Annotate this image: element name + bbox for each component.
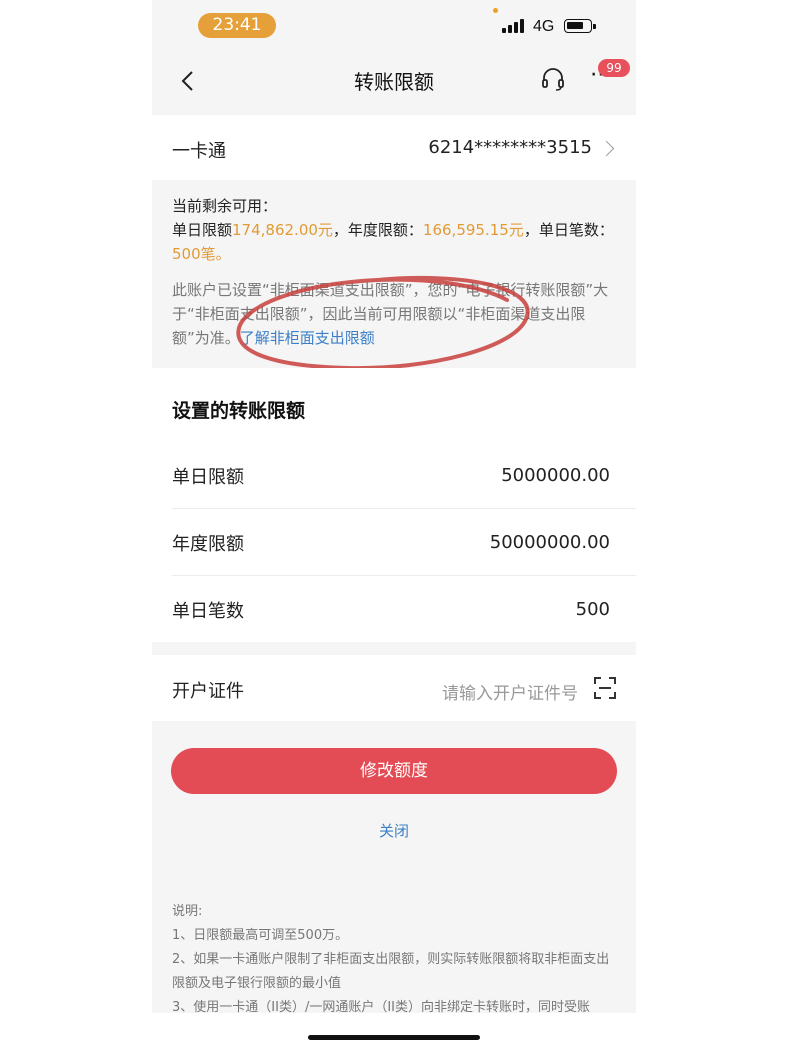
red-circle-annotation (236, 276, 530, 371)
id-document-row: 开户证件 请输入开户证件号 (152, 655, 636, 721)
count-remaining: 500笔。 (172, 245, 231, 263)
id-number-input[interactable]: 请输入开户证件号 (442, 679, 578, 704)
divider (172, 575, 636, 576)
modify-limit-button[interactable]: 修改额度 (171, 748, 617, 794)
phone-screen: 23:41 4G 转账限额 ⋯ 99 一卡通 6214********3515 (152, 0, 636, 1013)
card-select-row[interactable]: 一卡通 6214********3515 (152, 115, 636, 180)
message-badge: 99 (598, 59, 630, 77)
battery-icon (564, 19, 596, 33)
chevron-right-icon (598, 140, 615, 157)
daily-remaining: 174,862.00元 (232, 221, 333, 239)
close-link[interactable]: 关闭 (152, 820, 636, 841)
limit-label: 单日限额 (172, 467, 244, 488)
home-indicator (308, 1035, 480, 1040)
scan-icon[interactable] (594, 677, 616, 699)
recording-dot (493, 8, 498, 13)
limit-label: 单日笔数 (172, 601, 244, 622)
card-type-label: 一卡通 (172, 141, 226, 162)
card-number: 6214********3515 (428, 137, 592, 158)
nav-bar: 转账限额 ⋯ 99 (152, 50, 636, 112)
notes-section: 说明: 1、日限额最高可调至500万。 2、如果一卡通账户限制了非柜面支出限额，… (172, 900, 622, 1013)
limit-label: 年度限额 (172, 534, 244, 555)
id-label: 开户证件 (172, 681, 244, 702)
headset-icon[interactable] (540, 66, 566, 92)
configured-limits-card: 设置的转账限额 单日限额 5000000.00 年度限额 50000000.00… (152, 368, 636, 642)
status-time: 23:41 (198, 13, 276, 38)
note-line: 2、如果一卡通账户限制了非柜面支出限额，则实际转账限额将取非柜面支出限额及电子银… (172, 952, 610, 991)
available-heading: 当前剩余可用： (172, 197, 278, 215)
notes-title: 说明: (172, 904, 203, 919)
note-line: 3、使用一卡通（II类）/一网通账户（II类）向非绑定卡转账时，同时受账 (172, 1000, 590, 1013)
count-label: ，单日笔数： (523, 221, 614, 239)
note-line: 1、日限额最高可调至500万。 (172, 928, 349, 943)
annual-remaining: 166,595.15元 (422, 221, 524, 239)
status-bar: 23:41 4G (152, 0, 636, 50)
limit-value: 500 (575, 599, 610, 620)
available-summary: 当前剩余可用： 单日限额174,862.00元，年度限额：166,595.15元… (172, 194, 620, 266)
annual-label: ，年度限额： (332, 221, 423, 239)
limit-value: 50000000.00 (489, 532, 610, 553)
daily-label: 单日限额 (172, 221, 233, 239)
network-label: 4G (533, 18, 555, 35)
signal-icon (502, 19, 524, 33)
limit-value: 5000000.00 (501, 465, 610, 486)
divider (172, 508, 636, 509)
section-title: 设置的转账限额 (172, 400, 306, 422)
